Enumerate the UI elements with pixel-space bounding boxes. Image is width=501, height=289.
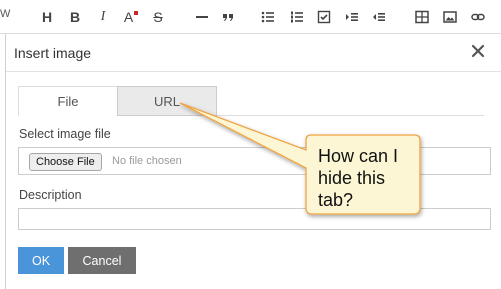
tab-file[interactable]: File: [18, 86, 118, 116]
strikethrough-button[interactable]: S: [146, 5, 170, 29]
cancel-button[interactable]: Cancel: [68, 247, 136, 274]
tab-url[interactable]: URL: [117, 86, 217, 116]
callout-text: How can I hide this tab?: [318, 146, 399, 210]
description-input[interactable]: [18, 208, 491, 230]
italic-button[interactable]: I: [91, 5, 115, 29]
text-color-marker-icon: [134, 11, 139, 15]
checklist-icon[interactable]: [312, 5, 336, 29]
image-icon[interactable]: [438, 5, 462, 29]
dialog-header: Insert image: [6, 34, 501, 72]
quote-icon[interactable]: [216, 5, 240, 29]
bold-button[interactable]: B: [63, 5, 87, 29]
indent-icon[interactable]: [340, 5, 364, 29]
editor-toolbar: W H B I A S: [0, 0, 501, 34]
bullet-list-icon[interactable]: [256, 5, 280, 29]
table-icon[interactable]: [410, 5, 434, 29]
text-color-letter: A: [123, 9, 134, 25]
link-icon[interactable]: [466, 5, 490, 29]
text-color-button[interactable]: A: [119, 5, 143, 29]
choose-file-button[interactable]: Choose File: [29, 153, 102, 171]
file-input: Choose File No file chosen: [18, 147, 491, 175]
dialog-title: Insert image: [14, 45, 92, 61]
description-label: Description: [19, 188, 82, 202]
image-source-tabs: File URL: [18, 86, 484, 116]
outdent-icon[interactable]: [367, 5, 391, 29]
horizontal-rule-icon[interactable]: [190, 5, 214, 29]
numbered-list-icon[interactable]: [285, 5, 309, 29]
heading-button[interactable]: H: [35, 5, 59, 29]
close-icon[interactable]: [469, 42, 487, 60]
select-image-file-label: Select image file: [19, 127, 111, 141]
ok-button[interactable]: OK: [18, 247, 64, 274]
toolbar-edge-fragment: W: [0, 8, 11, 20]
insert-image-dialog: Insert image File URL Select image file …: [5, 34, 501, 289]
no-file-chosen-text: No file chosen: [112, 155, 182, 167]
